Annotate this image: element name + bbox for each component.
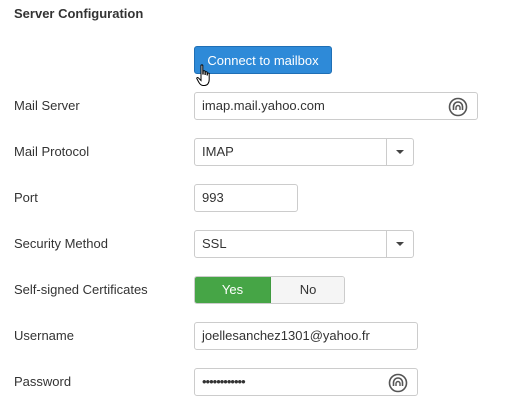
password-manager-icon[interactable] — [388, 373, 408, 393]
section-title: Server Configuration — [14, 6, 144, 21]
mail-protocol-value: IMAP — [202, 144, 234, 159]
security-method-label: Security Method — [14, 236, 108, 251]
yes-toggle-button[interactable]: Yes — [195, 277, 271, 303]
port-input[interactable]: 993 — [194, 184, 298, 212]
hand-cursor-icon — [196, 64, 210, 86]
connect-to-mailbox-button[interactable]: Connect to mailbox — [194, 46, 332, 74]
mail-server-label: Mail Server — [14, 98, 80, 113]
mail-protocol-select[interactable]: IMAP — [194, 138, 414, 166]
no-toggle-button[interactable]: No — [271, 277, 344, 303]
password-manager-icon[interactable] — [448, 97, 468, 117]
username-value: joellesanchez1301@yahoo.fr — [202, 328, 370, 343]
self-signed-certificates-toggle: Yes No — [194, 276, 345, 304]
chevron-down-icon[interactable] — [386, 231, 413, 257]
mail-server-input[interactable]: imap.mail.yahoo.com — [194, 92, 478, 120]
username-input[interactable]: joellesanchez1301@yahoo.fr — [194, 322, 418, 350]
password-value: •••••••••••• — [202, 374, 246, 389]
mail-server-value: imap.mail.yahoo.com — [202, 98, 325, 113]
password-label: Password — [14, 374, 72, 389]
security-method-value: SSL — [202, 236, 227, 251]
self-signed-certificates-label: Self-signed Certificates — [14, 282, 148, 297]
port-value: 993 — [202, 190, 224, 205]
mail-protocol-label: Mail Protocol — [14, 144, 90, 159]
username-label: Username — [14, 328, 74, 343]
password-input[interactable]: •••••••••••• — [194, 368, 418, 396]
port-label: Port — [14, 190, 38, 205]
chevron-down-icon[interactable] — [386, 139, 413, 165]
security-method-select[interactable]: SSL — [194, 230, 414, 258]
